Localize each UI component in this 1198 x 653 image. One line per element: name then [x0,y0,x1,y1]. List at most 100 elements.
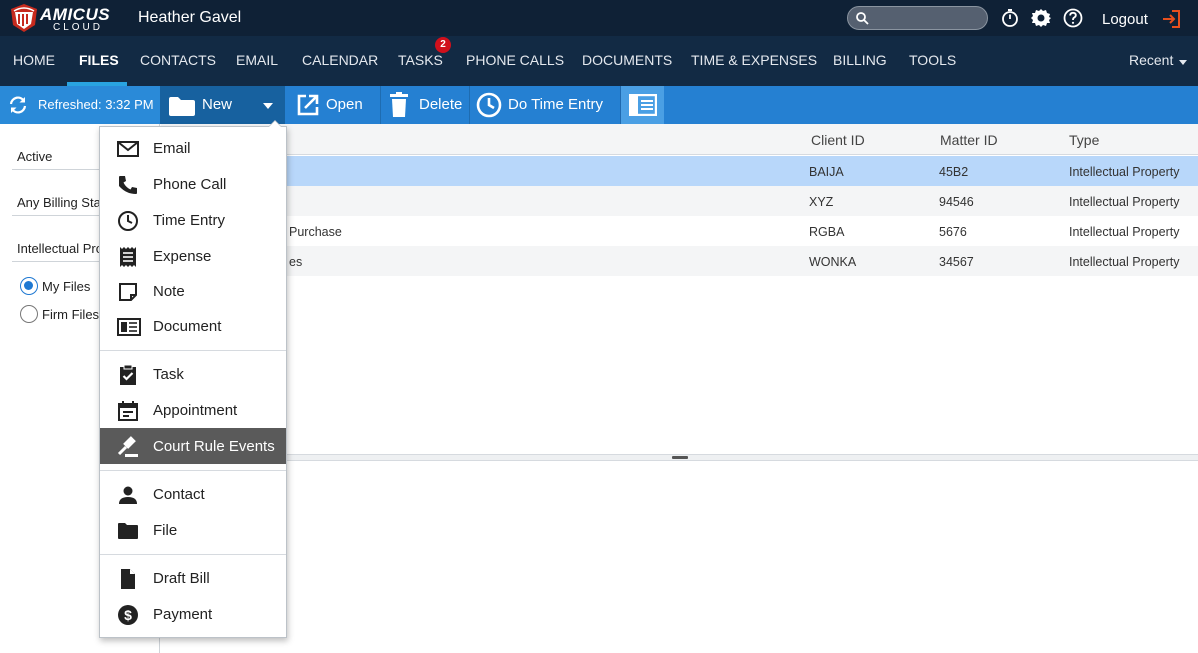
menu-item-contact[interactable]: Contact [100,476,286,512]
mail-icon [117,141,139,157]
table-header: Client ID Matter ID Type [161,124,1198,155]
stopwatch-icon[interactable] [1000,8,1020,28]
menu-item-label: Draft Bill [153,570,210,587]
menu-divider [100,554,286,555]
nav-files[interactable]: FILES [79,52,119,68]
logout-link[interactable]: Logout [1102,11,1148,28]
menu-item-note[interactable]: Note [100,273,286,309]
receipt-icon [120,247,136,267]
client-id-cell: WONKA [809,255,857,269]
matter-id-cell: 45B2 [939,165,969,179]
menu-item-phone-call[interactable]: Phone Call [100,166,286,202]
nav-email[interactable]: EMAIL [236,52,278,68]
menu-item-label: Payment [153,606,213,623]
logo-secondary-text: CLOUD [53,22,104,33]
amicus-logo[interactable]: AMICUS CLOUD [10,3,115,33]
main-nav: HOME FILES CONTACTS EMAIL CALENDAR TASKS… [0,36,1198,86]
file-name-cell: es [289,255,303,269]
top-header: AMICUS CLOUD Heather Gavel Logout [0,0,1198,36]
reading-pane-toggle[interactable] [620,86,664,124]
radio-label: Firm Files [42,307,100,322]
do-time-entry-button[interactable]: Do Time Entry [470,86,620,124]
menu-item-label: Note [153,283,185,300]
menu-item-draft-bill[interactable]: Draft Bill [100,560,286,596]
menu-item-label: Court Rule Events [153,438,275,455]
action-toolbar: Refreshed: 3:32 PM New Open Delete Do Ti… [0,86,1198,124]
table-row[interactable]: BAIJA 45B2 Intellectual Property [161,156,1198,186]
radio-button[interactable] [20,277,38,295]
radio-button[interactable] [20,305,38,323]
calendar-icon [118,401,138,421]
delete-button-label: Delete [419,96,463,113]
recent-dropdown[interactable]: Recent [1129,52,1173,68]
refreshed-label: Refreshed: 3:32 PM [38,97,154,112]
menu-item-label: Appointment [153,402,238,419]
table-row[interactable]: es WONKA 34567 Intellectual Property [161,246,1198,276]
menu-item-label: Expense [153,248,212,265]
new-button-label: New [202,96,233,113]
menu-caret [268,120,282,127]
gavel-icon [117,436,138,457]
column-header-matter-id[interactable]: Matter ID [940,132,998,148]
help-icon[interactable] [1063,8,1083,28]
table-row[interactable]: XYZ 94546 Intellectual Property [161,186,1198,216]
open-button[interactable]: Open [286,86,380,124]
nav-phone-calls[interactable]: PHONE CALLS [466,52,564,68]
menu-item-label: Contact [153,486,205,503]
nav-tools[interactable]: TOOLS [909,52,956,68]
nav-documents[interactable]: DOCUMENTS [582,52,672,68]
pane-splitter[interactable] [161,454,1198,461]
table-row[interactable]: Purchase RGBA 5676 Intellectual Property [161,216,1198,246]
menu-item-label: Time Entry [153,212,225,229]
delete-button[interactable]: Delete [381,86,469,124]
client-id-cell: XYZ [809,195,834,209]
menu-item-label: File [153,522,178,539]
app-root: AMICUS CLOUD Heather Gavel Logout HOME F… [0,0,1198,653]
user-name: Heather Gavel [138,9,242,26]
nav-calendar[interactable]: CALENDAR [302,52,378,68]
document-icon [117,318,141,336]
nav-home[interactable]: HOME [13,52,55,68]
menu-item-expense[interactable]: Expense [100,238,286,274]
client-id-cell: BAIJA [809,165,844,179]
client-id-cell: RGBA [809,225,845,239]
menu-item-label: Email [153,140,191,157]
shield-logo-icon [11,4,37,32]
search-icon [856,12,869,25]
matter-id-cell: 34567 [939,255,974,269]
menu-item-payment[interactable]: $ Payment [100,596,286,632]
task-check-icon [120,364,136,385]
menu-item-task[interactable]: Task [100,356,286,392]
search-input[interactable] [874,9,982,27]
menu-divider [100,350,286,351]
nav-tasks[interactable]: TASKS [398,52,443,68]
nav-billing[interactable]: BILLING [833,52,887,68]
bill-icon [121,569,135,589]
nav-time-expenses[interactable]: TIME & EXPENSES [691,52,817,68]
column-header-type[interactable]: Type [1069,132,1099,148]
svg-text:$: $ [124,607,132,623]
gear-icon[interactable] [1031,8,1051,28]
new-button[interactable]: New [160,86,285,124]
menu-item-file[interactable]: File [100,512,286,548]
note-icon [119,283,137,301]
menu-item-document[interactable]: Document [100,308,286,344]
caret-down-icon [263,103,273,109]
trash-icon [390,92,408,117]
menu-item-time-entry[interactable]: Time Entry [100,202,286,238]
menu-divider [100,470,286,471]
type-cell: Intellectual Property [1069,195,1180,209]
matter-id-cell: 94546 [939,195,974,209]
menu-item-email[interactable]: Email [100,130,286,166]
logout-icon[interactable] [1161,9,1181,29]
menu-item-label: Document [153,318,222,335]
column-header-client-id[interactable]: Client ID [811,132,865,148]
global-search[interactable] [847,6,988,30]
menu-item-court-rule-events[interactable]: Court Rule Events [100,428,286,464]
menu-item-appointment[interactable]: Appointment [100,392,286,428]
dollar-icon: $ [118,605,138,625]
splitter-grip-icon[interactable] [672,456,688,459]
folder-icon [169,97,195,116]
refresh-button[interactable]: Refreshed: 3:32 PM [0,86,160,124]
nav-contacts[interactable]: CONTACTS [140,52,216,68]
